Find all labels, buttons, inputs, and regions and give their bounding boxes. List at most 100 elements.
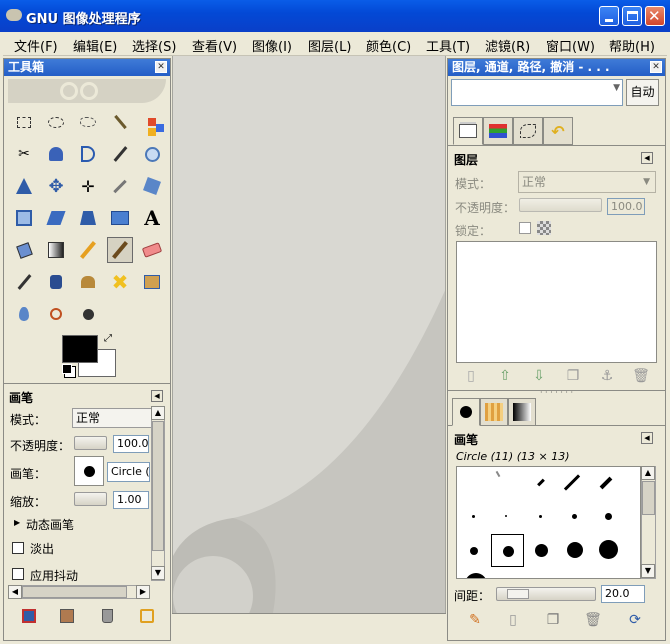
scroll-left-icon[interactable]: ◀ (8, 585, 22, 599)
dock-separator-handle[interactable]: · · · · · · · (448, 389, 665, 397)
layers-menu-button[interactable]: ◀ (641, 152, 653, 164)
scale-icon[interactable] (11, 205, 37, 231)
foreground-select-icon[interactable] (43, 141, 69, 167)
tab-gradients[interactable] (508, 398, 536, 426)
brush-preview-button[interactable] (74, 456, 104, 486)
edit-brush-icon[interactable]: ✎ (464, 609, 486, 631)
blend-icon[interactable] (43, 237, 69, 263)
brush-cell[interactable] (472, 515, 475, 518)
paths-icon[interactable] (75, 141, 101, 167)
tab-channels[interactable] (483, 117, 513, 145)
brush-cell[interactable] (599, 476, 613, 490)
menu-windows[interactable]: 窗口(W) (546, 36, 595, 55)
airbrush-icon[interactable] (11, 269, 37, 295)
delete-options-icon[interactable] (96, 605, 118, 627)
restore-options-icon[interactable] (56, 605, 78, 627)
scroll-up-icon[interactable]: ▲ (641, 466, 655, 480)
perspective-icon[interactable] (75, 205, 101, 231)
scroll-up-icon[interactable]: ▲ (151, 406, 165, 420)
tab-undo[interactable]: ↶ (543, 117, 573, 145)
lock-alpha-icon[interactable] (537, 221, 551, 235)
opacity-slider[interactable] (74, 436, 107, 450)
image-select[interactable]: ▼ (451, 79, 623, 106)
brush-cell[interactable] (572, 514, 577, 519)
scroll-down-icon[interactable]: ▼ (641, 564, 655, 578)
scroll-right-icon[interactable]: ▶ (136, 585, 150, 599)
brush-cell[interactable] (505, 515, 507, 517)
brush-cell[interactable] (537, 478, 545, 487)
menu-tools[interactable]: 工具(T) (426, 36, 470, 55)
brush-cell[interactable] (535, 544, 548, 557)
measure-icon[interactable] (11, 173, 37, 199)
menu-file[interactable]: 文件(F) (14, 36, 58, 55)
brushes-scrollbar[interactable]: ▲ ▼ (641, 466, 656, 579)
color-picker-icon[interactable] (107, 141, 133, 167)
maximize-button[interactable] (622, 6, 642, 26)
delete-layer-icon[interactable]: 🗑 (630, 365, 652, 387)
raise-layer-icon[interactable]: ⇧ (494, 365, 516, 387)
layers-opacity-slider[interactable] (519, 198, 602, 212)
ink-icon[interactable] (43, 269, 69, 295)
auto-button[interactable]: 自动 (626, 79, 659, 106)
brush-cell[interactable] (599, 540, 618, 559)
paintbrush-icon[interactable] (107, 237, 133, 263)
fade-checkbox[interactable] (12, 542, 24, 554)
duplicate-brush-icon[interactable]: ❐ (542, 609, 564, 631)
layers-opacity-input[interactable]: 100.0 (607, 198, 645, 215)
foreground-color-swatch[interactable] (62, 335, 98, 363)
spacing-slider[interactable] (496, 587, 596, 601)
brush-name-field[interactable]: Circle (1 (107, 462, 150, 482)
ellipse-select-icon[interactable] (43, 109, 69, 135)
menu-edit[interactable]: 编辑(E) (73, 36, 117, 55)
heal-icon[interactable]: ✖ (107, 269, 133, 295)
bucket-fill-icon[interactable] (11, 237, 37, 263)
tab-layers[interactable] (453, 117, 483, 145)
scale-slider[interactable] (74, 492, 107, 506)
delete-brush-icon[interactable]: 🗑 (582, 609, 604, 631)
scale-input[interactable]: 1.00 (113, 491, 149, 509)
tool-options-scrollbar[interactable]: ▲ ▼ (151, 406, 165, 581)
tool-options-hscrollbar[interactable]: ◀ ▶ (8, 585, 150, 599)
brush-cell[interactable] (539, 515, 542, 518)
brush-cell[interactable] (567, 542, 583, 558)
tab-paths[interactable] (513, 117, 543, 145)
mode-select[interactable]: 正常 (72, 408, 152, 428)
image-canvas[interactable] (172, 56, 446, 613)
swap-colors-icon[interactable]: ⤢ (104, 333, 112, 344)
scroll-down-icon[interactable]: ▼ (151, 566, 165, 580)
flip-icon[interactable] (107, 205, 133, 231)
fuzzy-select-icon[interactable] (107, 109, 133, 135)
shear-icon[interactable] (43, 205, 69, 231)
move-icon[interactable]: ✥ (43, 173, 69, 199)
brush-cell[interactable] (495, 470, 501, 478)
crop-icon[interactable] (107, 173, 133, 199)
scroll-thumb[interactable] (642, 481, 655, 515)
dynamics-label[interactable]: 动态画笔 (26, 516, 74, 533)
eraser-icon[interactable] (139, 237, 165, 263)
smudge-icon[interactable] (11, 301, 37, 327)
scroll-thumb[interactable] (152, 421, 164, 551)
lock-pixels-checkbox[interactable] (519, 222, 531, 234)
close-button[interactable]: ✕ (645, 6, 665, 26)
clone-icon[interactable] (75, 269, 101, 295)
brush-cell[interactable] (605, 513, 612, 520)
hscroll-thumb[interactable] (22, 586, 127, 598)
jitter-checkbox[interactable] (12, 568, 24, 580)
tab-brushes[interactable] (452, 398, 480, 426)
menu-filters[interactable]: 滤镜(R) (485, 36, 530, 55)
free-select-icon[interactable] (75, 109, 101, 135)
spacing-input[interactable]: 20.0 (601, 585, 645, 603)
pencil-icon[interactable] (75, 237, 101, 263)
tool-options-menu-button[interactable]: ◀ (151, 390, 163, 402)
rotate-icon[interactable] (139, 173, 165, 199)
toolbox-close-button[interactable]: ✕ (155, 61, 167, 73)
new-brush-icon[interactable]: ▯ (502, 609, 524, 631)
layers-dock-close-button[interactable]: ✕ (650, 61, 662, 73)
duplicate-layer-icon[interactable]: ❐ (562, 365, 584, 387)
default-colors-icon[interactable] (62, 364, 72, 374)
rect-select-icon[interactable] (11, 109, 37, 135)
text-icon[interactable]: A (139, 205, 165, 231)
dodge-burn-icon[interactable] (75, 301, 101, 327)
menu-layer[interactable]: 图层(L) (308, 36, 351, 55)
menu-help[interactable]: 帮助(H) (609, 36, 655, 55)
